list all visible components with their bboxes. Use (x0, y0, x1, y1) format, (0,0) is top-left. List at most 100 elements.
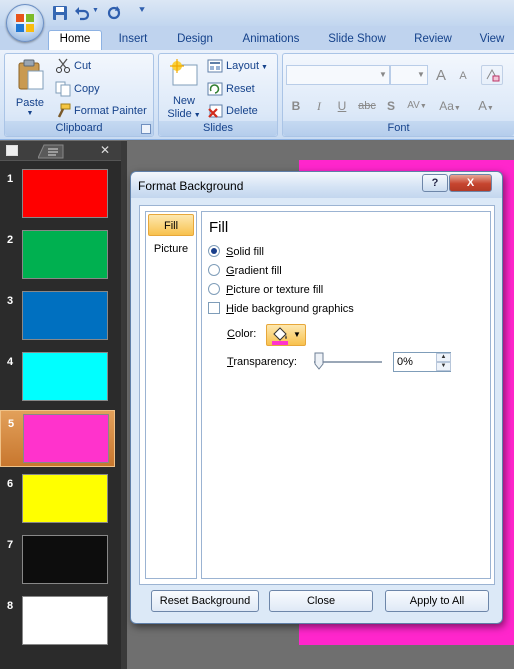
reset-label: Reset (226, 83, 255, 95)
gradient-fill-radio[interactable] (208, 264, 220, 277)
dialog-title-bar[interactable]: Format Background ? X (131, 172, 502, 198)
clear-formatting-button[interactable] (481, 65, 503, 85)
copy-label: Copy (74, 83, 100, 95)
tab-view[interactable]: View (472, 31, 512, 50)
format-painter-label: Format Painter (74, 105, 147, 117)
fill-pane: Fill Solid fill Gradient fill Picture or… (201, 211, 491, 579)
slide-thumbnail[interactable] (22, 230, 108, 279)
slide-thumbnail-row[interactable]: 7 (0, 532, 115, 589)
new-slide-label-2: Slide (167, 108, 192, 120)
slide-thumbnail-row[interactable]: 3 (0, 288, 115, 345)
layout-icon (207, 59, 223, 73)
slide-number: 1 (7, 173, 14, 185)
transparency-slider-thumb[interactable] (314, 352, 324, 370)
character-spacing-button[interactable]: AV▼ (403, 95, 431, 115)
pane-splitter[interactable] (121, 141, 127, 669)
apply-to-all-button[interactable]: Apply to All (385, 590, 489, 612)
font-color-button[interactable]: A▼ (471, 95, 501, 115)
underline-button[interactable]: U (332, 95, 352, 115)
paste-button[interactable]: Paste ▼ (9, 57, 51, 119)
bold-button[interactable]: B (286, 95, 306, 115)
outline-tab-icon[interactable] (38, 144, 64, 159)
undo-dropdown-icon[interactable]: ▼ (92, 7, 99, 14)
cut-button[interactable]: Cut (55, 57, 91, 75)
slide-thumbnail[interactable] (22, 535, 108, 584)
layout-button[interactable]: Layout ▼ (207, 57, 268, 75)
picture-fill-option[interactable]: Picture or texture fill (208, 282, 323, 298)
transparency-spinner[interactable]: 0% ▲ ▼ (393, 352, 451, 372)
tab-design[interactable]: Design (170, 31, 220, 50)
italic-button[interactable]: I (309, 95, 329, 115)
transparency-slider-track[interactable] (314, 361, 382, 363)
new-slide-button[interactable]: New Slide ▼ (162, 57, 206, 120)
slide-thumbnail-row[interactable]: 5 (0, 410, 115, 467)
new-slide-label-row: Slide ▼ (162, 108, 206, 120)
tab-slide-show[interactable]: Slide Show (322, 31, 392, 50)
slide-thumbnail-row[interactable]: 4 (0, 349, 115, 406)
paste-icon (18, 59, 44, 90)
dialog-title: Format Background (138, 179, 244, 193)
slide-thumbnail[interactable] (22, 169, 108, 218)
grow-font-button[interactable]: A (431, 65, 451, 85)
text-shadow-button[interactable]: S (381, 95, 401, 115)
cut-label: Cut (74, 60, 92, 72)
change-case-button[interactable]: Aa▼ (435, 95, 465, 115)
slide-thumbnail-row[interactable]: 2 (0, 227, 115, 284)
slide-thumbnail-row[interactable]: 1 (0, 166, 115, 223)
spin-up-icon[interactable]: ▲ (436, 353, 451, 362)
spin-down-icon[interactable]: ▼ (436, 362, 451, 371)
copy-button[interactable]: Copy (55, 80, 100, 98)
tab-animations[interactable]: Animations (234, 31, 308, 50)
slide-number: 6 (7, 478, 14, 490)
undo-icon[interactable] (74, 5, 90, 21)
slide-number: 8 (7, 600, 14, 612)
hide-graphics-label: ide background graphics (233, 303, 354, 315)
slide-thumbnail-row[interactable]: 6 (0, 471, 115, 528)
slide-thumbnail[interactable] (23, 414, 109, 463)
redo-icon[interactable] (106, 5, 122, 21)
reset-background-button[interactable]: Reset Background (151, 590, 259, 612)
font-size-combo[interactable]: ▼ (390, 65, 428, 85)
layout-label: Layout (226, 60, 260, 72)
strikethrough-button[interactable]: abc (355, 95, 379, 115)
picture-fill-radio[interactable] (208, 283, 220, 296)
color-label-text: olor: (234, 328, 257, 340)
slide-thumbnail[interactable] (22, 291, 108, 340)
gradient-fill-option[interactable]: Gradient fill (208, 263, 282, 279)
dialog-close-button[interactable]: X (449, 174, 492, 192)
solid-fill-radio[interactable] (208, 245, 220, 258)
tab-home[interactable]: Home (48, 30, 102, 51)
shrink-font-button[interactable]: A (453, 65, 473, 85)
clipboard-launcher-icon[interactable] (141, 124, 151, 134)
slide-number: 7 (7, 539, 14, 551)
tab-review[interactable]: Review (406, 31, 460, 50)
font-name-combo[interactable]: ▼ (286, 65, 390, 85)
close-button[interactable]: Close (269, 590, 373, 612)
slide-thumbnail-row[interactable]: 8 (0, 593, 115, 650)
change-case-label: Aa (439, 99, 454, 113)
clipboard-group-label: Clipboard (5, 121, 153, 136)
delete-button[interactable]: Delete (207, 102, 258, 120)
color-picker-button[interactable]: ▼ (266, 324, 306, 346)
hide-graphics-option[interactable]: Hide background graphics (208, 301, 354, 317)
font-name-dropdown-icon[interactable]: ▼ (377, 66, 389, 84)
slide-thumbnail[interactable] (22, 352, 108, 401)
hide-graphics-checkbox[interactable] (208, 302, 220, 315)
font-size-dropdown-icon[interactable]: ▼ (415, 66, 427, 84)
reset-button[interactable]: Reset (207, 80, 255, 98)
nav-fill[interactable]: Fill (148, 214, 194, 236)
solid-fill-option[interactable]: Solid fill (208, 244, 264, 260)
paste-label: Paste (15, 97, 45, 109)
paste-dropdown-icon: ▼ (26, 110, 34, 117)
customize-qat-icon[interactable]: ⯆ (138, 5, 146, 16)
slide-thumbnail[interactable] (22, 474, 108, 523)
nav-picture[interactable]: Picture (148, 238, 194, 260)
office-button[interactable] (6, 4, 44, 42)
tab-insert[interactable]: Insert (110, 31, 156, 50)
format-painter-button[interactable]: Format Painter (55, 102, 147, 120)
slide-thumbnail[interactable] (22, 596, 108, 645)
help-button[interactable]: ? (422, 174, 448, 192)
save-icon[interactable] (52, 5, 68, 21)
slides-tab-icon[interactable] (6, 145, 18, 156)
close-panel-icon[interactable]: ✕ (100, 143, 110, 157)
